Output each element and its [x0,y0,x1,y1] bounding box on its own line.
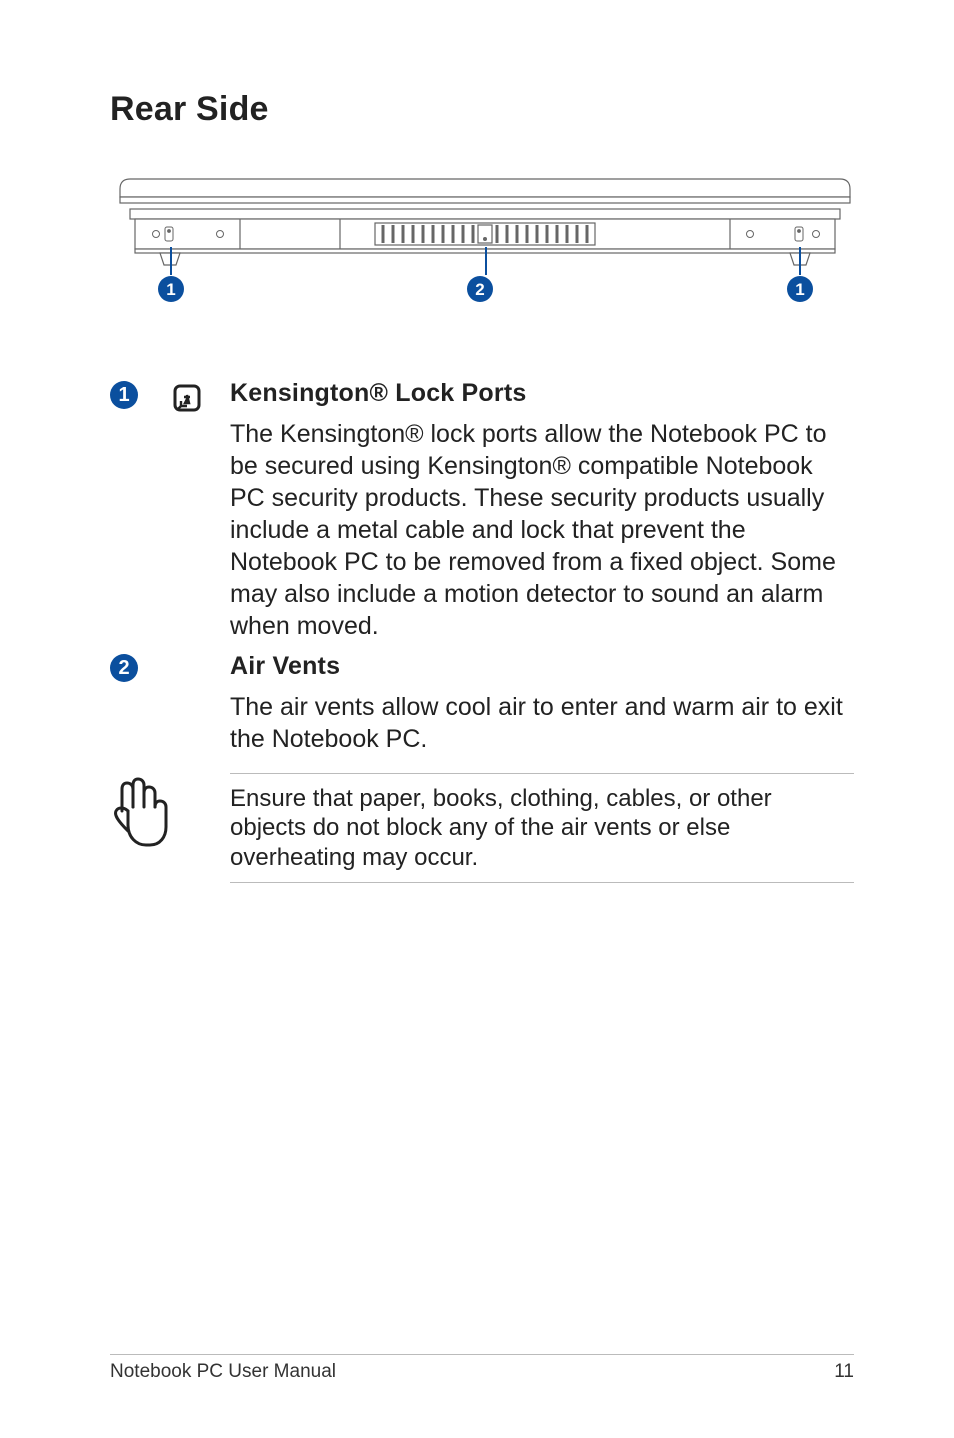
item-2-heading: Air Vents [230,652,854,681]
item-1-body: The Kensington® lock ports allow the Not… [230,418,854,642]
footer-left: Notebook PC User Manual [110,1361,336,1383]
page: Rear Side [0,0,954,1438]
item-1: 1 Kensington® Lock Ports The Kensington®… [110,379,854,642]
warning-text: Ensure that paper, books, clothing, cabl… [230,774,854,882]
svg-text:1: 1 [795,280,804,299]
item-2-body: The air vents allow cool air to enter an… [230,691,854,755]
lock-icon [170,379,230,415]
badge-2: 2 [110,654,138,682]
callout-number-1: 1 [110,379,170,409]
item-1-heading: Kensington® Lock Ports [230,379,854,408]
callout-number-2: 2 [110,652,170,682]
warning-note: Ensure that paper, books, clothing, cabl… [110,773,854,883]
rear-diagram: 1 2 1 [110,169,854,319]
page-title: Rear Side [110,90,854,129]
hand-icon [110,773,230,851]
footer-divider [110,1354,854,1355]
page-footer: Notebook PC User Manual 11 [110,1354,854,1383]
footer-page-number: 11 [834,1361,854,1383]
divider [230,882,854,883]
empty-icon [170,652,230,654]
badge-1: 1 [110,381,138,409]
svg-text:2: 2 [475,280,484,299]
item-2: 2 Air Vents The air vents allow cool air… [110,652,854,755]
svg-text:1: 1 [166,280,175,299]
